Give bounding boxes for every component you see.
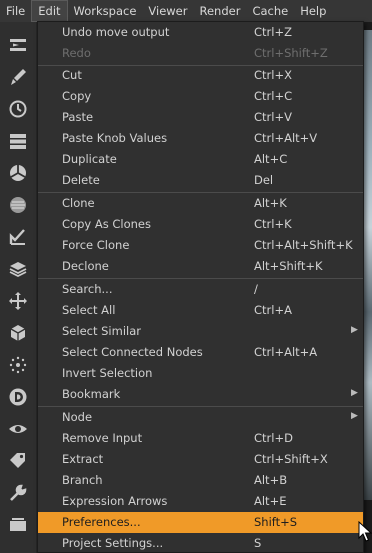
transform-icon[interactable]	[5, 288, 31, 314]
paint-brush-icon[interactable]	[5, 64, 31, 90]
menu-item-copy-as-clones[interactable]: Copy As Clones Ctrl+K	[38, 214, 363, 235]
menu-cache[interactable]: Cache	[246, 0, 294, 22]
menu-help[interactable]: Help	[294, 0, 332, 22]
menu-item-select-all[interactable]: Select All Ctrl+A	[38, 300, 363, 321]
menu-file[interactable]: File	[0, 0, 31, 22]
other-icon[interactable]	[5, 512, 31, 538]
color-wheel-icon[interactable]	[5, 160, 31, 186]
menu-item-project-settings[interactable]: Project Settings... S	[38, 533, 363, 553]
views-icon[interactable]	[5, 416, 31, 442]
menu-item-select-connected-nodes[interactable]: Select Connected Nodes Ctrl+Alt+A	[38, 342, 363, 363]
viewer-panel	[364, 22, 372, 553]
edit-menu-dropdown: Undo move output Ctrl+Z Redo Ctrl+Shift+Z …	[37, 21, 364, 553]
menu-item-remove-input[interactable]: Remove Input Ctrl+D	[38, 428, 363, 449]
metadata-tag-icon[interactable]	[5, 448, 31, 474]
menu-item-invert-selection[interactable]: Invert Selection	[38, 363, 363, 384]
menu-item-search[interactable]: Search... /	[38, 279, 363, 300]
menu-item-clone[interactable]: Clone Alt+K	[38, 193, 363, 214]
menu-item-node[interactable]: Node ▶	[38, 407, 363, 428]
menu-item-duplicate[interactable]: Duplicate Alt+C	[38, 149, 363, 170]
merge-icon[interactable]	[5, 256, 31, 282]
mouse-cursor-icon	[358, 521, 372, 542]
submenu-arrow-icon: ▶	[351, 411, 358, 421]
nodes-toolbar	[0, 22, 36, 553]
menu-viewer[interactable]: Viewer	[142, 0, 193, 22]
menu-item-paste-knob-values[interactable]: Paste Knob Values Ctrl+Alt+V	[38, 128, 363, 149]
channels-icon[interactable]	[5, 128, 31, 154]
menu-item-paste[interactable]: Paste Ctrl+V	[38, 107, 363, 128]
input-icon[interactable]	[5, 32, 31, 58]
filter-icon[interactable]	[5, 192, 31, 218]
submenu-arrow-icon: ▶	[351, 325, 358, 335]
toolsets-icon[interactable]	[5, 480, 31, 506]
menubar: File Edit Workspace Viewer Render Cache …	[0, 0, 372, 22]
menu-item-extract[interactable]: Extract Ctrl+Shift+X	[38, 449, 363, 470]
menu-item-expression-arrows[interactable]: Expression Arrows Alt+E	[38, 491, 363, 512]
menu-item-copy[interactable]: Copy Ctrl+C	[38, 86, 363, 107]
clock-icon[interactable]	[5, 96, 31, 122]
menu-item-declone[interactable]: Declone Alt+Shift+K	[38, 256, 363, 277]
keyer-icon[interactable]	[5, 224, 31, 250]
menu-workspace[interactable]: Workspace	[68, 0, 143, 22]
menu-item-branch[interactable]: Branch Alt+B	[38, 470, 363, 491]
menu-item-undo[interactable]: Undo move output Ctrl+Z	[38, 22, 363, 43]
menu-item-delete[interactable]: Delete Del	[38, 170, 363, 191]
menu-item-select-similar[interactable]: Select Similar ▶	[38, 321, 363, 342]
deep-icon[interactable]	[5, 384, 31, 410]
3d-cube-icon[interactable]	[5, 320, 31, 346]
menu-item-force-clone[interactable]: Force Clone Ctrl+Alt+Shift+K	[38, 235, 363, 256]
particles-icon[interactable]	[5, 352, 31, 378]
menu-edit[interactable]: Edit	[31, 0, 68, 22]
menu-item-cut[interactable]: Cut Ctrl+X	[38, 65, 363, 86]
menu-render[interactable]: Render	[193, 0, 246, 22]
menu-item-preferences[interactable]: Preferences... Shift+S	[38, 512, 363, 533]
menu-item-bookmark[interactable]: Bookmark ▶	[38, 384, 363, 405]
menu-item-redo[interactable]: Redo Ctrl+Shift+Z	[38, 43, 363, 64]
submenu-arrow-icon: ▶	[351, 388, 358, 398]
viewer-image	[364, 30, 372, 500]
